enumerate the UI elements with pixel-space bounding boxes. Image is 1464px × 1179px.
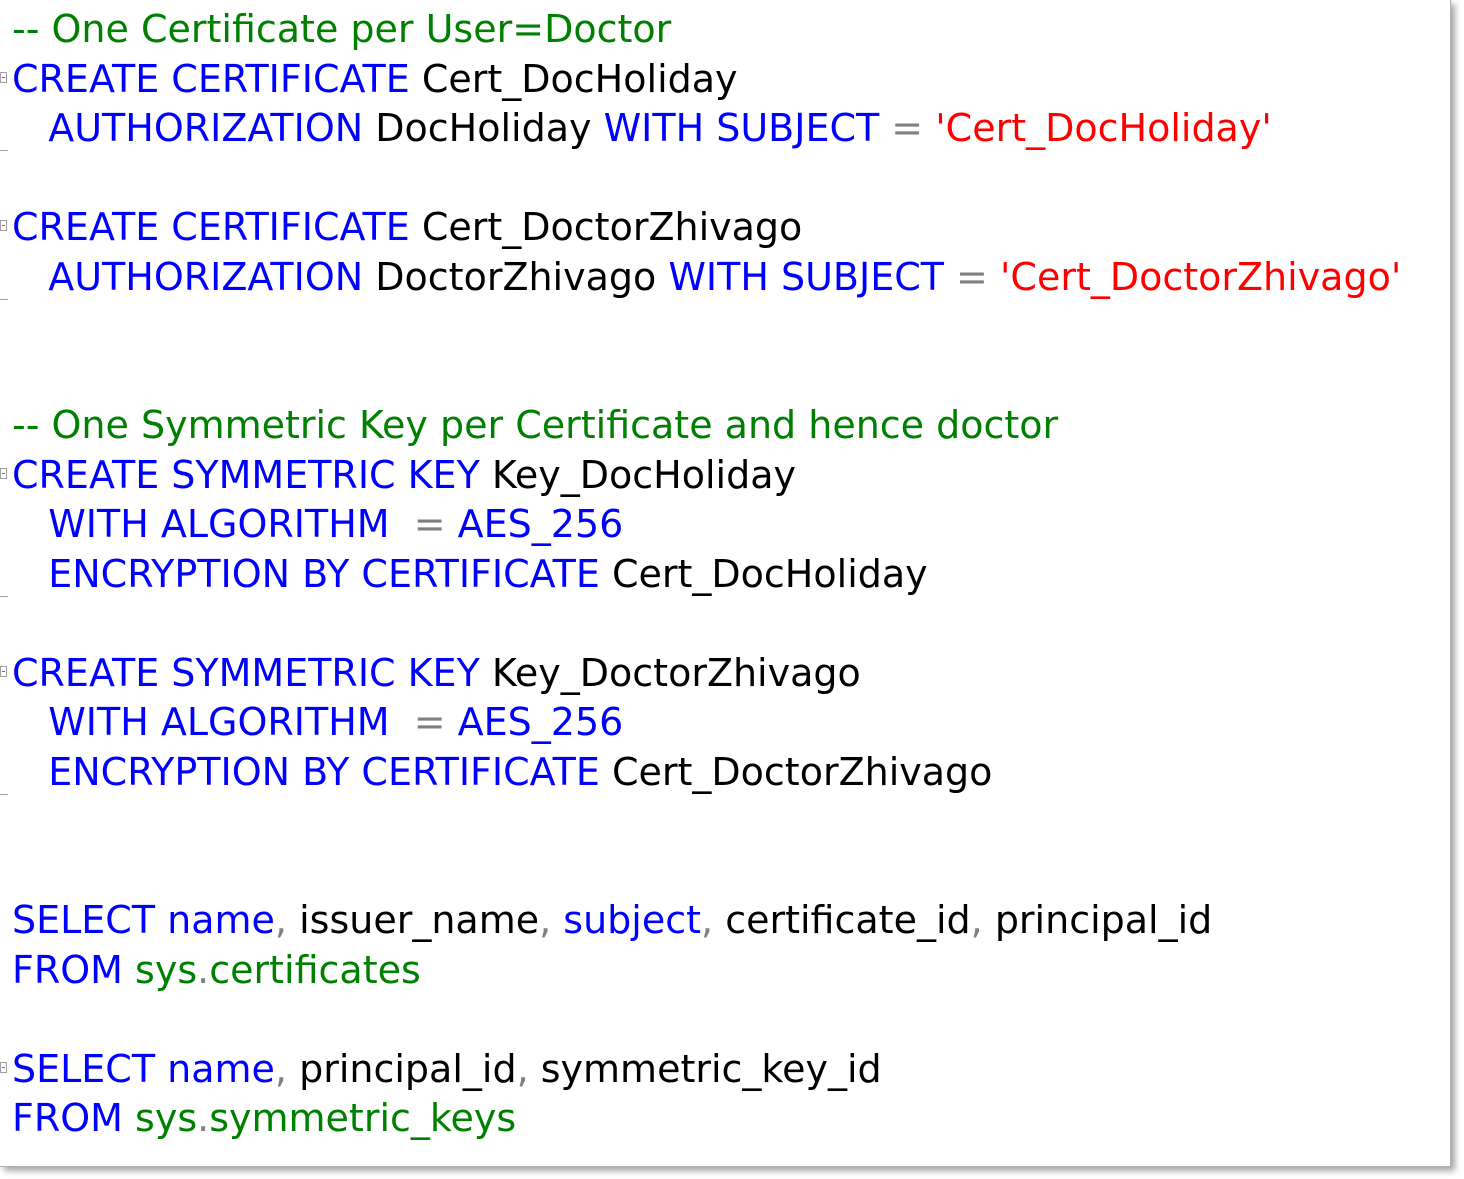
code-line[interactable]: AUTHORIZATION DocHoliday WITH SUBJECT = …	[0, 104, 1450, 154]
collapse-toggle-icon[interactable]	[0, 220, 7, 231]
code-token: .	[197, 947, 210, 992]
code-token: Cert_DoctorZhivago	[409, 205, 803, 249]
code-token: ,	[701, 898, 714, 942]
code-token: Cert_DoctorZhivago	[599, 749, 993, 794]
code-token: =	[389, 700, 458, 744]
code-token: SELECT	[12, 1046, 156, 1091]
code-token: issuer_name	[287, 898, 540, 942]
code-token: Key_DocHoliday	[479, 452, 797, 497]
code-token: DocHoliday	[363, 106, 604, 150]
code-token: .	[197, 1096, 210, 1140]
code-line[interactable]: ENCRYPTION BY CERTIFICATE Cert_DocHolida…	[0, 550, 1450, 600]
code-token: FROM	[12, 1096, 123, 1140]
code-token: ENCRYPTION BY CERTIFICATE	[12, 551, 600, 596]
code-token: -- One Certificate per User=Doctor	[12, 7, 672, 51]
code-line[interactable]: WITH ALGORITHM = AES_256	[0, 698, 1450, 748]
code-token: WITH SUBJECT	[603, 106, 880, 150]
collapse-toggle-icon[interactable]	[0, 665, 7, 677]
code-token: AUTHORIZATION	[12, 106, 364, 150]
code-token: CREATE CERTIFICATE	[12, 205, 410, 249]
code-token: sys	[122, 1096, 198, 1140]
code-token: ,	[274, 1046, 288, 1091]
code-token: ,	[516, 1046, 529, 1091]
code-token: DoctorZhivago	[363, 254, 669, 299]
code-token: Key_DoctorZhivago	[479, 650, 861, 695]
code-token: name	[167, 1046, 275, 1091]
code-token: CREATE CERTIFICATE	[12, 56, 410, 101]
code-token: WITH ALGORITHM	[12, 700, 390, 744]
code-token: ,	[539, 898, 552, 942]
code-token: Cert_DocHoliday	[599, 551, 928, 596]
code-line[interactable]: FROM sys.symmetric_keys	[0, 1094, 1450, 1144]
code-token: ,	[970, 898, 983, 942]
code-line[interactable]	[0, 797, 1450, 847]
code-token: principal_id	[287, 1046, 517, 1091]
sql-code-area[interactable]: -- One Certificate per User=Doctor CREATE…	[0, 5, 1450, 1144]
code-line[interactable]: ENCRYPTION BY CERTIFICATE Cert_DoctorZhi…	[0, 748, 1450, 798]
code-line[interactable]	[0, 599, 1450, 649]
code-token: FROM	[12, 947, 123, 992]
code-token: SELECT	[12, 898, 156, 942]
code-line[interactable]: SELECT name, principal_id, symmetric_key…	[0, 1045, 1450, 1095]
code-token: ,	[274, 898, 288, 942]
code-token: Cert_DocHoliday	[409, 56, 738, 101]
code-line[interactable]: -- One Symmetric Key per Certificate and…	[0, 401, 1450, 451]
code-line[interactable]: -- One Certificate per User=Doctor	[0, 5, 1450, 55]
fold-end-marker	[0, 298, 8, 300]
code-token: name	[167, 898, 275, 942]
code-token: subject	[563, 898, 702, 942]
code-token: 'Cert_DocHoliday'	[935, 106, 1272, 150]
code-line[interactable]: CREATE SYMMETRIC KEY Key_DoctorZhivago	[0, 649, 1450, 699]
code-line[interactable]: SELECT name, issuer_name, subject, certi…	[0, 896, 1450, 946]
code-line[interactable]: CREATE SYMMETRIC KEY Key_DocHoliday	[0, 451, 1450, 501]
code-token: principal_id	[982, 898, 1213, 942]
code-line[interactable]: CREATE CERTIFICATE Cert_DoctorZhivago	[0, 203, 1450, 253]
code-token: =	[389, 502, 458, 546]
code-token: certificate_id	[713, 898, 971, 942]
collapse-toggle-icon[interactable]	[0, 467, 7, 479]
code-line[interactable]	[0, 154, 1450, 204]
code-token: 'Cert_DoctorZhivago'	[999, 254, 1402, 299]
code-token: AUTHORIZATION	[12, 254, 364, 299]
code-token: AES_256	[457, 502, 624, 546]
code-token: WITH SUBJECT	[668, 254, 944, 299]
code-token: WITH ALGORITHM	[12, 502, 390, 546]
collapse-toggle-icon[interactable]	[0, 71, 7, 83]
code-line[interactable]	[0, 302, 1450, 352]
code-line[interactable]: AUTHORIZATION DoctorZhivago WITH SUBJECT…	[0, 253, 1450, 303]
code-line[interactable]: WITH ALGORITHM = AES_256	[0, 500, 1450, 550]
fold-end-marker	[0, 150, 8, 151]
code-token: =	[879, 106, 936, 150]
code-token: ENCRYPTION BY CERTIFICATE	[12, 749, 600, 794]
fold-end-marker	[0, 793, 8, 795]
collapse-toggle-icon[interactable]	[0, 1061, 7, 1073]
code-line[interactable]	[0, 352, 1450, 402]
code-token: symmetric_key_id	[528, 1046, 882, 1091]
code-line[interactable]: FROM sys.certificates	[0, 946, 1450, 996]
code-line[interactable]	[0, 995, 1450, 1045]
code-token: certificates	[209, 947, 421, 992]
code-token: symmetric_keys	[209, 1096, 517, 1140]
code-token: CREATE SYMMETRIC KEY	[12, 650, 480, 695]
code-line[interactable]: CREATE CERTIFICATE Cert_DocHoliday	[0, 55, 1450, 105]
code-token: AES_256	[457, 700, 624, 744]
code-token: =	[943, 254, 1000, 299]
code-token: sys	[122, 947, 198, 992]
code-line[interactable]	[0, 847, 1450, 897]
code-token: -- One Symmetric Key per Certificate and…	[12, 403, 1059, 447]
fold-end-marker	[0, 595, 8, 597]
code-token: CREATE SYMMETRIC KEY	[12, 452, 480, 497]
sql-editor-window: -- One Certificate per User=Doctor CREATE…	[0, 0, 1451, 1167]
